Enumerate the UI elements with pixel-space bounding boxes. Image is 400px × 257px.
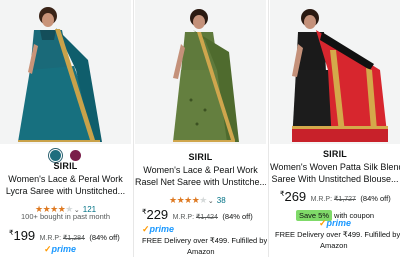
discount: (84% off): [222, 212, 253, 221]
column-divider: [133, 0, 134, 257]
prime-logo-icon: ✓prime: [44, 244, 77, 254]
color-swatch-wine[interactable]: [69, 150, 81, 162]
product-title-line1[interactable]: Women's Woven Patta Silk Blend: [270, 161, 400, 173]
price: ₹229: [142, 207, 169, 222]
discount: (84% off): [360, 194, 391, 203]
product-image[interactable]: [135, 0, 266, 144]
rating-count: 38: [216, 196, 226, 205]
mrp: M.R.P: ₹1,424: [172, 214, 218, 221]
brand-name: SIRIL: [53, 161, 78, 171]
product-title-line2[interactable]: Rasel Net Saree with Unstitche...: [135, 176, 266, 188]
saree-teal-image: [0, 0, 131, 144]
saree-green-image: [135, 0, 266, 144]
product-title-line2[interactable]: Saree With Unstitched Blouse...: [270, 173, 400, 185]
prime-logo-icon: ✓prime: [142, 224, 175, 234]
delivery-line2: Amazon: [187, 247, 215, 256]
column-divider: [268, 0, 269, 257]
product-grid: SIRIL Women's Lace & Peral Work Lycra Sa…: [0, 0, 400, 257]
discount: (84% off): [89, 233, 120, 242]
saree-red-black-image: [270, 0, 400, 144]
delivery-line2: Amazon: [320, 241, 348, 250]
brand-name: SIRIL: [188, 152, 213, 162]
brand-name: SIRIL: [322, 149, 347, 159]
product-title-line1[interactable]: Women's Lace & Peral Work: [0, 173, 131, 185]
delivery-line1: FREE Delivery over ₹499. Fulfilled by: [275, 230, 400, 239]
product-card[interactable]: SIRIL Women's Lace & Pearl Work Rasel Ne…: [135, 0, 268, 257]
bought-text: 100+ bought in past month: [21, 212, 111, 221]
price-row: ₹199 M.R.P: ₹1,284 (84% off): [9, 227, 120, 245]
prime-logo-icon: ✓prime: [319, 218, 352, 228]
product-card[interactable]: SIRIL Women's Woven Patta Silk Blend Sar…: [270, 0, 400, 257]
price-row: ₹269 M.R.P: ₹1,727 (84% off): [280, 188, 391, 206]
mrp: M.R.P: ₹1,284: [39, 235, 85, 242]
chevron-down-icon: ⌄: [207, 198, 214, 205]
price-row: ₹229 M.R.P: ₹1,424 (84% off): [142, 206, 253, 224]
product-title-line1[interactable]: Women's Lace & Pearl Work: [135, 164, 266, 176]
star-rating-icon: ★★★★★: [169, 195, 207, 205]
color-swatch-teal[interactable]: [50, 150, 62, 162]
price: ₹269: [280, 189, 307, 204]
product-image[interactable]: [270, 0, 400, 144]
delivery-line1: FREE Delivery over ₹499. Fulfilled by: [142, 236, 268, 245]
mrp: M.R.P: ₹1,727: [310, 196, 356, 203]
product-image[interactable]: [0, 0, 131, 144]
product-card[interactable]: SIRIL Women's Lace & Peral Work Lycra Sa…: [0, 0, 131, 257]
product-title-line2[interactable]: Lycra Saree with Unstitched...: [0, 185, 131, 197]
price: ₹199: [9, 228, 36, 243]
